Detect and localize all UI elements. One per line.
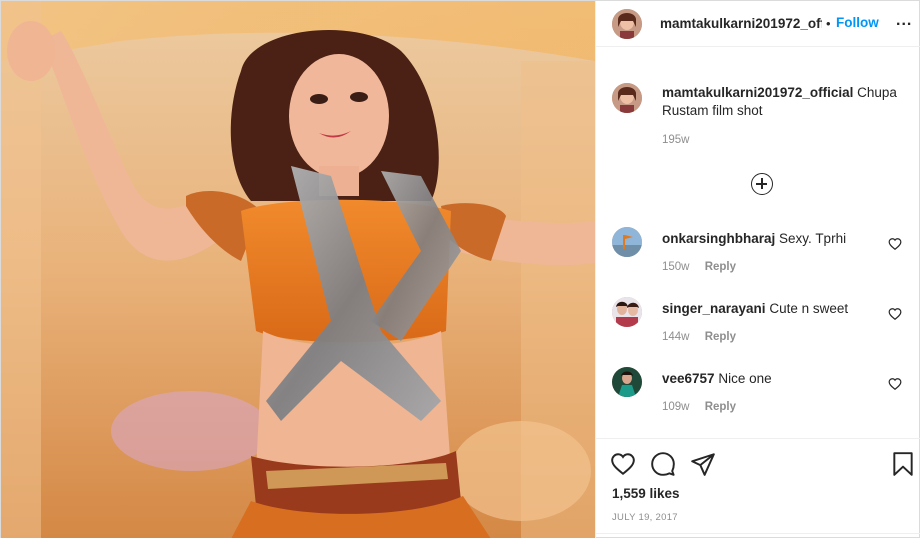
separator-dot: • [826, 16, 831, 31]
comment-meta: 144w Reply [662, 331, 736, 343]
comment-username[interactable]: singer_narayani [662, 301, 766, 316]
divider [596, 533, 920, 534]
reply-button[interactable]: Reply [705, 331, 736, 343]
caption-timestamp[interactable]: 195w [662, 134, 690, 146]
comment-body: Nice one [718, 371, 772, 386]
caption-text: mamtakulkarni201972_official Chupa Rusta… [662, 84, 910, 120]
comment-text: singer_narayani Cute n sweet [662, 301, 882, 316]
post-date[interactable]: JULY 19, 2017 [612, 512, 678, 523]
avatar[interactable] [612, 297, 642, 327]
heart-icon[interactable] [888, 237, 902, 251]
comment-timestamp[interactable]: 144w [662, 331, 690, 343]
avatar[interactable] [612, 367, 642, 397]
comment-body: Sexy. Tprhi [779, 231, 847, 246]
avatar-image [612, 367, 642, 397]
heart-icon[interactable] [610, 451, 636, 477]
comment-timestamp[interactable]: 150w [662, 261, 690, 273]
comment-meta: 150w Reply [662, 261, 736, 273]
post-header: mamtakulkarni201972_official • Follow ..… [596, 1, 920, 47]
more-options-icon[interactable]: ... [896, 12, 912, 30]
avatar-image [612, 9, 642, 39]
avatar-image [612, 83, 642, 113]
comment-username[interactable]: vee6757 [662, 371, 715, 386]
reply-button[interactable]: Reply [705, 261, 736, 273]
avatar-image [612, 227, 642, 257]
reply-button[interactable]: Reply [705, 401, 736, 413]
post-actions: 1,559 likes JULY 19, 2017 [596, 438, 920, 538]
likes-count[interactable]: 1,559 likes [612, 486, 680, 501]
post-sidebar: mamtakulkarni201972_official • Follow ..… [595, 1, 920, 538]
follow-button[interactable]: Follow [836, 15, 879, 30]
avatar[interactable] [612, 9, 642, 39]
comment-timestamp[interactable]: 109w [662, 401, 690, 413]
comment-item: vee6757 Nice one 109w Reply [596, 367, 920, 427]
comment-username[interactable]: onkarsinghbharaj [662, 231, 775, 246]
comment-meta: 109w Reply [662, 401, 736, 413]
comment-body: Cute n sweet [769, 301, 849, 316]
comment-text: onkarsinghbharaj Sexy. Tprhi [662, 231, 882, 246]
instagram-post: mamtakulkarni201972_official • Follow ..… [0, 0, 920, 538]
avatar[interactable] [612, 83, 642, 113]
post-photo-illustration [1, 1, 595, 538]
post-photo[interactable] [1, 1, 595, 538]
paper-plane-icon[interactable] [690, 451, 716, 477]
comment-bubble-icon[interactable] [650, 451, 676, 477]
caption-username[interactable]: mamtakulkarni201972_official [662, 85, 853, 100]
comment-text: vee6757 Nice one [662, 371, 882, 386]
heart-icon[interactable] [888, 377, 902, 391]
avatar-image [612, 297, 642, 327]
comment-item: onkarsinghbharaj Sexy. Tprhi 150w Reply [596, 227, 920, 287]
plus-circle-icon[interactable] [751, 173, 773, 195]
comment-item: singer_narayani Cute n sweet 144w Reply [596, 297, 920, 357]
post-author-username[interactable]: mamtakulkarni201972_official [660, 16, 822, 31]
bookmark-icon[interactable] [890, 451, 916, 477]
heart-icon[interactable] [888, 307, 902, 321]
avatar[interactable] [612, 227, 642, 257]
